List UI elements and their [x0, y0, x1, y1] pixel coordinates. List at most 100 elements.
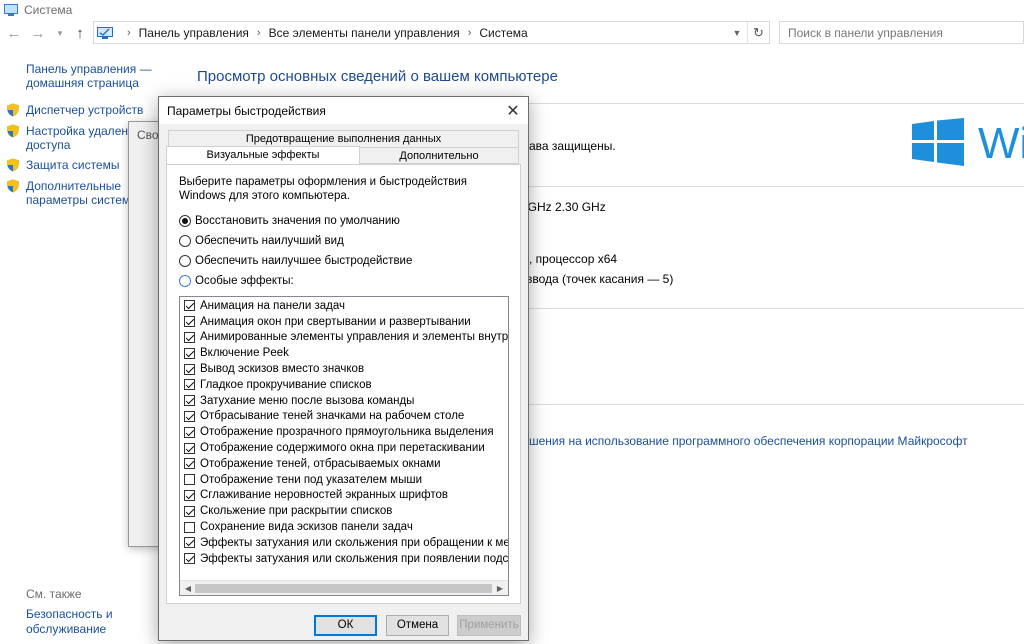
scroll-left-icon[interactable]: ◀ — [181, 583, 195, 594]
radio-button[interactable] — [179, 215, 191, 227]
effect-label[interactable]: Анимация на панели задач — [200, 300, 345, 312]
checkbox-checked[interactable] — [184, 537, 195, 549]
radio-button[interactable] — [179, 255, 191, 267]
effect-checkbox-row[interactable]: Анимированные элементы управления и элем… — [180, 330, 508, 346]
checkbox-unchecked[interactable] — [184, 474, 195, 486]
effect-checkbox-row[interactable]: Вывод эскизов вместо значков — [180, 361, 508, 377]
checkbox-checked[interactable] — [184, 489, 195, 501]
control-panel-home-link[interactable]: Панель управления — домашняя страница — [26, 62, 156, 90]
shield-icon — [7, 158, 19, 172]
effect-checkbox-row[interactable]: Эффекты затухания или скольжения при поя… — [180, 551, 508, 567]
shield-icon — [7, 179, 19, 193]
checkbox-checked[interactable] — [184, 347, 195, 359]
effect-checkbox-row[interactable]: Эффекты затухания или скольжения при обр… — [180, 535, 508, 551]
effect-label[interactable]: Эффекты затухания или скольжения при обр… — [200, 537, 508, 549]
checkbox-checked[interactable] — [184, 505, 195, 517]
up-arrow-icon[interactable]: ↑ — [70, 23, 90, 43]
address-chevron-down-icon[interactable]: ▼ — [727, 28, 747, 38]
effect-checkbox-row[interactable]: Отбрасывание теней значками на рабочем с… — [180, 409, 508, 425]
effect-label[interactable]: Скольжение при раскрытии списков — [200, 505, 392, 517]
section-divider — [529, 404, 1024, 405]
section-divider — [529, 103, 1024, 104]
breadcrumb-control-panel[interactable]: Панель управления — [139, 26, 249, 40]
sidebar-link-label[interactable]: Диспетчер устройств — [26, 103, 154, 117]
license-terms-link[interactable]: шения на использование программного обес… — [529, 434, 968, 448]
radio-button[interactable] — [179, 275, 191, 287]
effect-label[interactable]: Отображение тени под указателем мыши — [200, 474, 422, 486]
effect-checkbox-row[interactable]: Анимация на панели задач — [180, 298, 508, 314]
checkbox-checked[interactable] — [184, 458, 195, 470]
security-maintenance-link[interactable]: Безопасность и обслуживание — [26, 607, 160, 637]
effect-label[interactable]: Отбрасывание теней значками на рабочем с… — [200, 410, 464, 422]
effect-label[interactable]: Включение Peek — [200, 347, 289, 359]
refresh-icon[interactable]: ↻ — [747, 22, 769, 43]
radio-label[interactable]: Обеспечить наилучшее быстродействие — [195, 255, 412, 267]
radio-default[interactable]: Восстановить значения по умолчанию — [179, 215, 400, 227]
system-type-value: , процессор x64 — [529, 252, 618, 266]
section-divider — [529, 186, 1024, 187]
effects-list[interactable]: Анимация на панели задач Анимация окон пр… — [179, 296, 509, 596]
effect-checkbox-row[interactable]: Анимация окон при свертывании и разверты… — [180, 314, 508, 330]
radio-best-performance[interactable]: Обеспечить наилучшее быстродействие — [179, 255, 412, 267]
effect-checkbox-row[interactable]: Скольжение при раскрытии списков — [180, 503, 508, 519]
checkbox-checked[interactable] — [184, 426, 195, 438]
radio-label[interactable]: Обеспечить наилучший вид — [195, 235, 344, 247]
checkbox-checked[interactable] — [184, 363, 195, 375]
effect-checkbox-row[interactable]: Отображение теней, отбрасываемых окнами — [180, 456, 508, 472]
effect-label[interactable]: Сохранение вида эскизов панели задач — [200, 521, 413, 533]
ok-button[interactable]: ОК — [314, 615, 377, 636]
cancel-button[interactable]: Отмена — [386, 615, 449, 636]
pen-touch-value: о ввода (точек касания — 5) — [516, 272, 674, 286]
horizontal-scrollbar[interactable]: ◀ ▶ — [180, 580, 508, 595]
navigation-bar: ← → ▼ ↑ › Панель управления › Все элемен… — [0, 21, 1024, 45]
effect-checkbox-row[interactable]: Включение Peek — [180, 345, 508, 361]
device-manager-link[interactable]: Диспетчер устройств — [6, 103, 154, 117]
apply-button[interactable]: Применить — [457, 615, 521, 636]
effect-label[interactable]: Анимация окон при свертывании и разверты… — [200, 316, 471, 328]
forward-arrow-icon[interactable]: → — [28, 23, 48, 43]
breadcrumb-all-items[interactable]: Все элементы панели управления — [269, 26, 460, 40]
effect-label[interactable]: Гладкое прокручивание списков — [200, 379, 372, 391]
checkbox-checked[interactable] — [184, 379, 195, 391]
checkbox-checked[interactable] — [184, 442, 195, 454]
checkbox-checked[interactable] — [184, 316, 195, 328]
effect-checkbox-row[interactable]: Отображение прозрачного прямоугольника в… — [180, 424, 508, 440]
effect-checkbox-row[interactable]: Отображение содержимого окна при перетас… — [180, 440, 508, 456]
effect-checkbox-row[interactable]: Гладкое прокручивание списков — [180, 377, 508, 393]
effect-label[interactable]: Эффекты затухания или скольжения при поя… — [200, 553, 508, 565]
recent-chevron-down-icon[interactable]: ▼ — [50, 23, 70, 43]
radio-label[interactable]: Восстановить значения по умолчанию — [195, 215, 400, 227]
tab-visual-effects[interactable]: Визуальные эффекты — [166, 146, 360, 165]
radio-custom[interactable]: Особые эффекты: — [179, 275, 294, 287]
checkbox-checked[interactable] — [184, 300, 195, 312]
search-input[interactable]: Поиск в панели управления — [779, 21, 1024, 44]
checkbox-checked[interactable] — [184, 395, 195, 407]
checkbox-checked[interactable] — [184, 553, 195, 565]
breadcrumb-separator-icon[interactable]: › — [468, 27, 472, 39]
checkbox-checked[interactable] — [184, 331, 195, 343]
back-arrow-icon[interactable]: ← — [4, 23, 24, 43]
effect-checkbox-row[interactable]: Затухание меню после вызова команды — [180, 393, 508, 409]
effect-checkbox-row[interactable]: Отображение тени под указателем мыши — [180, 472, 508, 488]
scrollbar-thumb[interactable] — [195, 584, 492, 593]
effect-checkbox-row[interactable]: Сглаживание неровностей экранных шрифтов — [180, 488, 508, 504]
effect-label[interactable]: Вывод эскизов вместо значков — [200, 363, 364, 375]
tab-advanced[interactable]: Дополнительно — [359, 147, 519, 164]
address-bar[interactable]: › Панель управления › Все элементы панел… — [93, 21, 770, 44]
breadcrumb-separator-icon[interactable]: › — [257, 27, 261, 39]
effect-label[interactable]: Анимированные элементы управления и элем… — [200, 331, 508, 343]
close-icon[interactable]: ✕ — [498, 97, 528, 124]
radio-best-appearance[interactable]: Обеспечить наилучший вид — [179, 235, 344, 247]
checkbox-unchecked[interactable] — [184, 521, 195, 533]
breadcrumb-system[interactable]: Система — [479, 26, 527, 40]
scroll-right-icon[interactable]: ▶ — [493, 583, 507, 594]
radio-button[interactable] — [179, 235, 191, 247]
radio-label[interactable]: Особые эффекты: — [195, 275, 294, 287]
checkbox-checked[interactable] — [184, 410, 195, 422]
effect-label[interactable]: Сглаживание неровностей экранных шрифтов — [200, 489, 448, 501]
effect-label[interactable]: Отображение прозрачного прямоугольника в… — [200, 426, 494, 438]
effect-label[interactable]: Отображение теней, отбрасываемых окнами — [200, 458, 441, 470]
effect-label[interactable]: Отображение содержимого окна при перетас… — [200, 442, 485, 454]
effect-label[interactable]: Затухание меню после вызова команды — [200, 395, 414, 407]
effect-checkbox-row[interactable]: Сохранение вида эскизов панели задач — [180, 519, 508, 535]
